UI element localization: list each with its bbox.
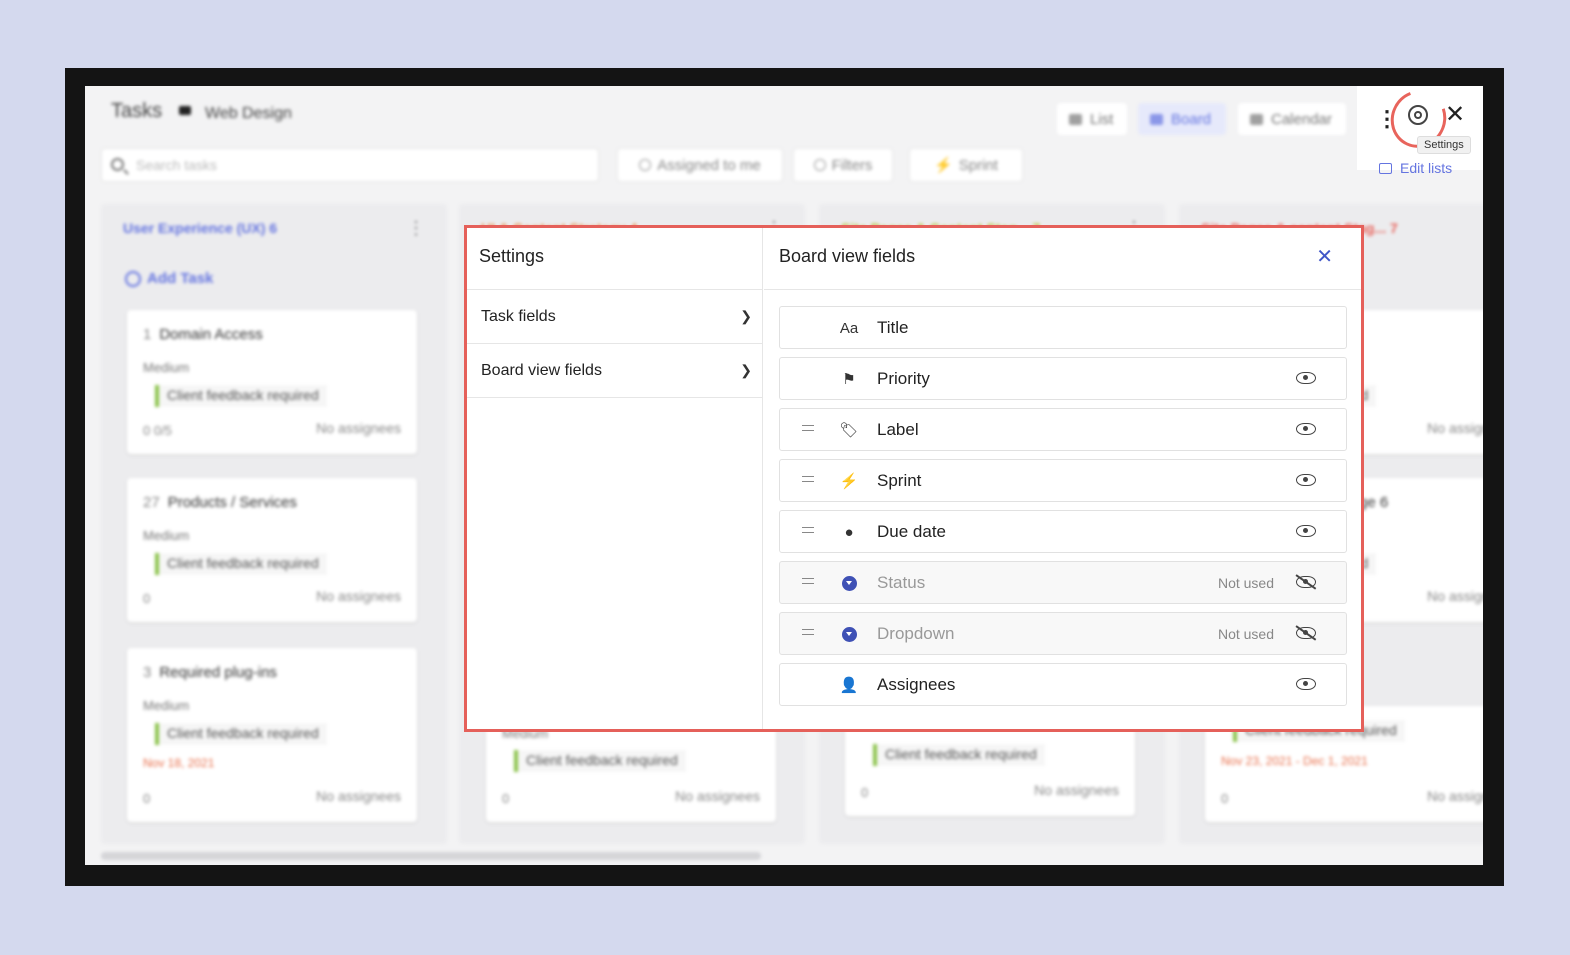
add-task-button[interactable]: Add Task [125,270,213,287]
settings-sidebar: Settings Task fields ❯ Board view fields… [467,228,763,729]
person-icon [639,159,652,171]
drag-handle-icon[interactable] [802,527,814,533]
folder-icon [179,106,191,115]
drag-handle-icon[interactable] [802,476,814,482]
person-icon: 👤 [839,677,859,694]
calendar-icon [1250,113,1263,125]
lightning-icon: ⚡ [934,157,953,174]
eye-icon[interactable] [1296,372,1316,384]
close-icon[interactable]: ✕ [1316,244,1333,269]
settings-modal: Settings Task fields ❯ Board view fields… [464,225,1364,732]
chevron-right-icon: ❯ [740,308,752,324]
nav-task-fields[interactable]: Task fields ❯ [467,290,762,344]
search-input[interactable]: Search tasks [101,148,599,182]
page-title: Tasks [111,100,163,122]
eye-icon[interactable] [1296,678,1316,690]
not-used-label: Not used [1217,626,1274,642]
filter-icon [813,159,826,171]
not-used-label: Not used [1217,575,1274,591]
assigned-to-me-button[interactable]: Assigned to me [617,148,783,182]
drag-handle-icon[interactable] [802,425,814,431]
tab-list[interactable]: List [1057,103,1127,135]
field-row-label: 🏷 Label [779,408,1347,451]
drag-handle-icon[interactable] [802,629,814,635]
field-row-dropdown: Dropdown Not used [779,612,1347,655]
chevron-right-icon: ❯ [740,362,752,378]
field-row-status: Status Not used [779,561,1347,604]
nav-board-view-fields[interactable]: Board view fields ❯ [467,344,762,398]
tab-calendar[interactable]: Calendar [1238,103,1346,135]
settings-title: Settings [467,228,762,290]
board-view-fields-panel: Board view fields ✕ Aa Title ⚑ Priority … [764,228,1361,729]
field-row-assignees: 👤 Assignees [779,663,1347,706]
plus-circle-icon [125,270,141,287]
project-name: Web Design [205,105,292,122]
text-icon: Aa [839,319,859,337]
eye-icon[interactable] [1296,474,1316,486]
edit-lists-link[interactable]: Edit lists [1379,160,1452,176]
task-card[interactable]: 3 Required plug-ins Medium Client feedbac… [127,648,417,822]
field-row-due-date: ● Due date [779,510,1347,553]
field-row-title: Aa Title [779,306,1347,349]
task-card[interactable]: 27 Products / Services Medium Client feed… [127,478,417,622]
field-list: Aa Title ⚑ Priority 🏷 Label ⚡ Sprint ● D… [779,306,1347,714]
panel-title: Board view fields [779,246,916,266]
eye-off-icon[interactable] [1296,627,1316,639]
lightning-icon: ⚡ [839,473,859,490]
filters-button[interactable]: Filters [793,148,893,182]
field-row-sprint: ⚡ Sprint [779,459,1347,502]
list-icon [1069,113,1082,125]
horizontal-scrollbar[interactable] [101,852,761,860]
tag-icon: 🏷 [839,422,859,439]
status-dropdown-icon [840,574,858,592]
edit-lists-icon [1379,162,1392,174]
settings-tooltip: Settings [1417,136,1471,154]
eye-icon[interactable] [1296,525,1316,537]
close-icon[interactable]: ✕ [1445,100,1465,129]
eye-icon[interactable] [1296,423,1316,435]
clock-icon: ● [844,523,854,541]
dropdown-icon [840,625,858,643]
flag-icon: ⚑ [842,371,856,388]
column-title: User Experience (UX) 6 [123,220,278,236]
task-card[interactable]: 1 Domain Access Medium Client feedback re… [127,310,417,454]
eye-off-icon[interactable] [1296,576,1316,588]
search-icon [111,158,124,171]
sprint-button[interactable]: ⚡ Sprint [909,148,1023,182]
column-menu-icon[interactable]: ⋮ [407,218,425,239]
field-row-priority: ⚑ Priority [779,357,1347,400]
drag-handle-icon[interactable] [802,578,814,584]
tab-board[interactable]: Board [1138,103,1226,135]
board-icon [1150,113,1163,125]
